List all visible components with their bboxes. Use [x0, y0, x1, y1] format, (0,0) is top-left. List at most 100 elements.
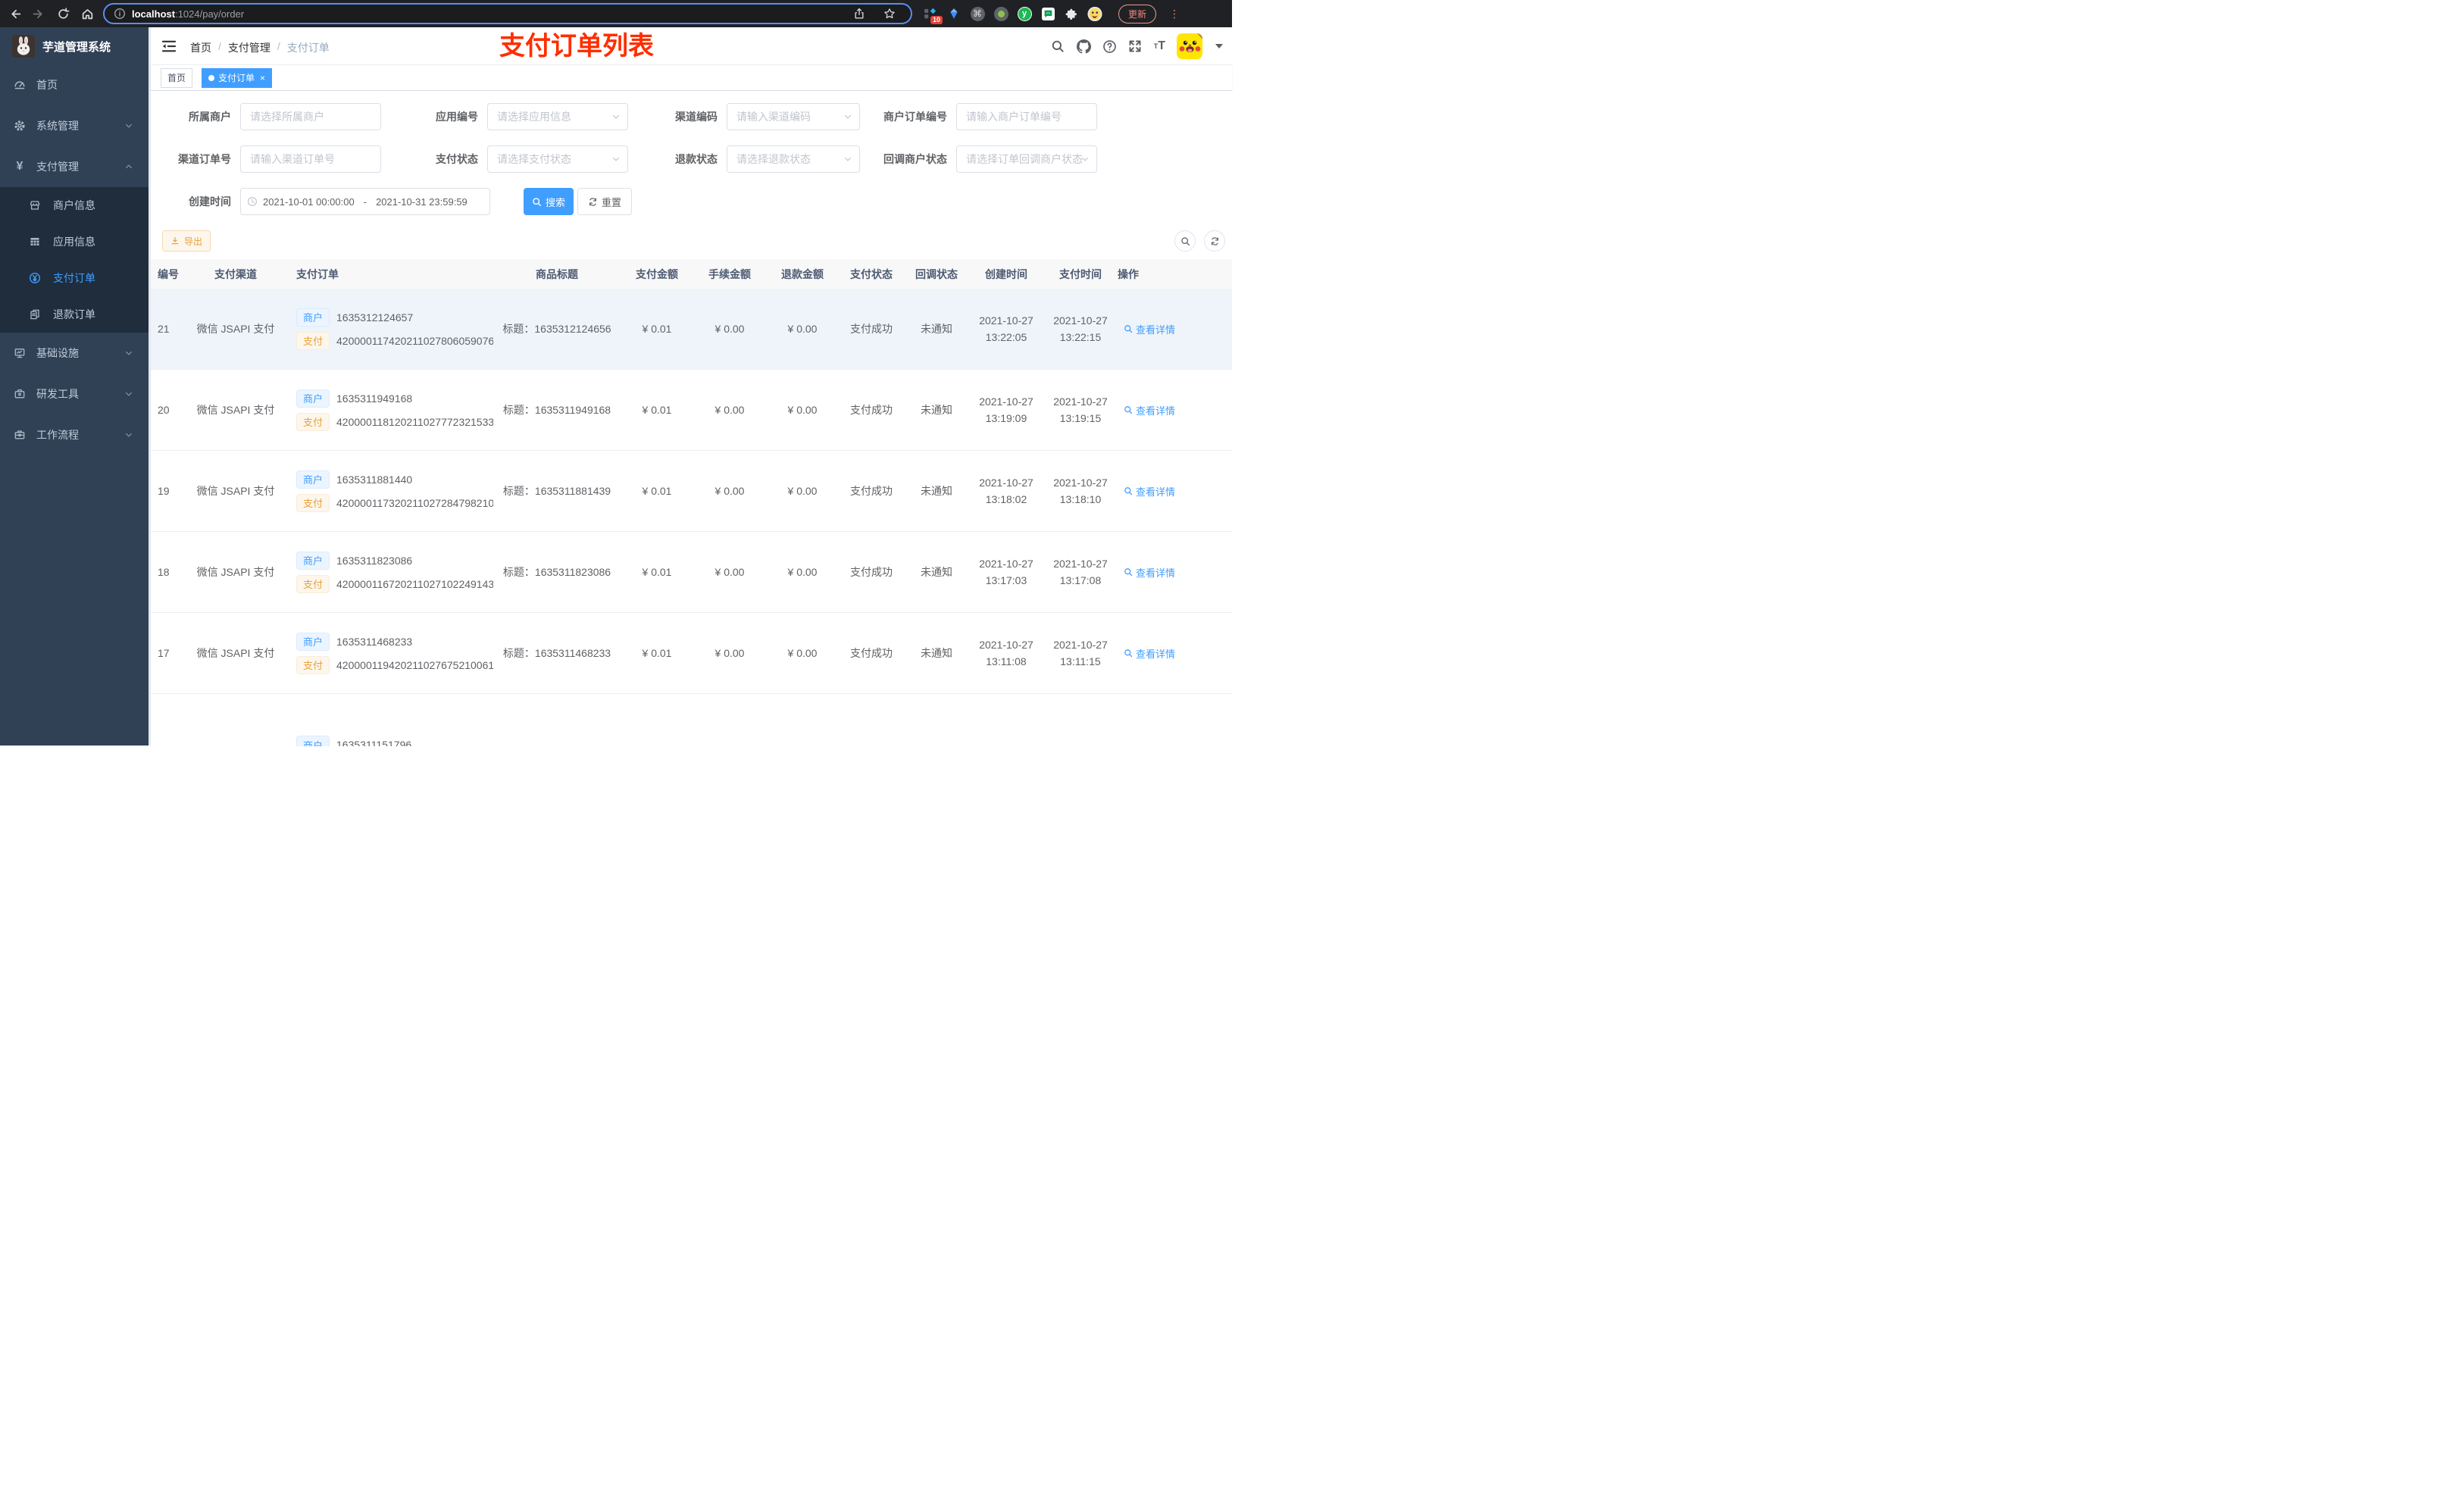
table-row: 20 微信 JSAPI 支付 商户 1635311949168 支付 4200001181… [151, 370, 1232, 451]
order-number: 1635311151796 [336, 739, 412, 746]
fee_amount-cell: ¥ 0.00 [714, 485, 745, 497]
sidebar-item-merchant-info[interactable]: 商户信息 [0, 187, 149, 223]
back-icon[interactable] [8, 7, 21, 20]
filter-select[interactable]: 请选择退款状态 [727, 145, 860, 173]
shop-icon [29, 199, 41, 211]
export-button[interactable]: 导出 [162, 230, 211, 252]
app-logo[interactable]: 芋道管理系统 [0, 27, 149, 65]
sidebar-item-label: 基础设施 [36, 347, 79, 359]
sidebar-item-infrastructure[interactable]: 基础设施 [0, 333, 149, 374]
forward-icon[interactable] [32, 7, 45, 20]
title-cell: 标题：1635311881439 [502, 485, 611, 497]
reset-button[interactable]: 重置 [577, 188, 633, 215]
filter-select[interactable]: 请输入渠道编码 [727, 103, 860, 130]
filter-input-field: 渠道订单号 请输入渠道订单号 [161, 145, 381, 173]
date-range-start: 2021-10-01 00:00:00 [263, 195, 355, 208]
refresh-table-button[interactable] [1204, 230, 1225, 252]
breadcrumb: 首页 / 支付管理 / 支付订单 [190, 40, 330, 55]
pinned-extension-icon[interactable]: 10 [923, 6, 943, 24]
site-info-icon[interactable] [114, 8, 126, 20]
sidebar-item-app-info[interactable]: 应用信息 [0, 223, 149, 260]
close-icon[interactable]: × [260, 73, 265, 83]
chat-extension-icon[interactable] [1040, 6, 1055, 21]
gem-extension-icon[interactable] [946, 6, 962, 21]
breadcrumb-item[interactable]: 支付管理 [228, 40, 270, 55]
y-extension-icon[interactable]: y [1017, 6, 1032, 21]
puzzle-extensions-icon[interactable] [1064, 6, 1079, 21]
page-title: 支付订单列表 [499, 32, 654, 61]
reload-icon[interactable] [56, 7, 70, 20]
title-cell: 标题：1635311468233 [502, 647, 611, 659]
column-header: 支付金额 [636, 267, 678, 280]
home-icon[interactable] [80, 7, 94, 20]
command-extension-icon[interactable]: ⌘ [970, 6, 985, 21]
column-header: 支付订单 [296, 267, 339, 280]
pay_amount-cell: ¥ 0.01 [642, 647, 672, 659]
notify_status-cell: 未通知 [921, 566, 952, 578]
chevron-down-icon [124, 349, 133, 358]
date-range-separator: - [363, 195, 367, 208]
sidebar-item-payment-mgmt[interactable]: ¥ 支付管理 [0, 146, 149, 187]
record-extension-icon[interactable] [993, 6, 1008, 21]
order-number: 1635311823086 [336, 554, 413, 567]
sidebar-item-system-mgmt[interactable]: 系统管理 [0, 105, 149, 146]
sidebar-item-pay-order[interactable]: 支付订单 [0, 260, 149, 296]
browser-menu-icon[interactable]: ⋮ [1169, 8, 1180, 20]
view-detail-icon [1124, 324, 1133, 333]
font-size-icon[interactable]: TT [1154, 39, 1165, 54]
created-time-cell: 2021-10-27 13:17:03 [979, 558, 1033, 586]
view-detail-link[interactable]: 查看详情 [1136, 646, 1175, 661]
hamburger-icon[interactable] [161, 39, 177, 54]
filter-select[interactable]: 请选择支付状态 [487, 145, 628, 173]
table-row: 19 微信 JSAPI 支付 商户 1635311881440 支付 4200001173… [151, 451, 1232, 532]
gear-icon [14, 120, 26, 132]
search-icon[interactable] [1051, 39, 1065, 54]
sidebar-item-refund-order[interactable]: 退款订单 [0, 296, 149, 333]
view-detail-link[interactable]: 查看详情 [1136, 565, 1175, 580]
view-detail-link[interactable]: 查看详情 [1136, 322, 1175, 336]
filter-input[interactable]: 请输入商户订单编号 [956, 103, 1097, 130]
help-icon[interactable] [1102, 39, 1117, 54]
breadcrumb-separator: / [218, 40, 221, 52]
tab-active[interactable]: 支付订单 × [202, 67, 273, 88]
user-avatar[interactable] [1177, 33, 1202, 59]
url-bar[interactable]: localhost:1024/pay/order [103, 3, 912, 24]
github-icon[interactable] [1076, 39, 1091, 54]
title-cell: 标题：1635312124656 [502, 323, 611, 335]
filter-select[interactable]: 请选择应用信息 [487, 103, 628, 130]
share-icon[interactable] [853, 8, 865, 20]
bookmark-star-icon[interactable] [883, 8, 896, 20]
channel-cell: 微信 JSAPI 支付 [196, 485, 275, 497]
id-cell: 18 [158, 566, 170, 578]
show-search-toggle-button[interactable] [1174, 230, 1196, 252]
pay_status-cell: 支付成功 [850, 485, 893, 497]
chevron-down-icon [124, 430, 133, 439]
browser-chrome: localhost:1024/pay/order 10 ⌘ y 更新 ⋮ [0, 0, 1232, 27]
fullscreen-icon[interactable] [1128, 39, 1143, 54]
sidebar-item-workflow[interactable]: 工作流程 [0, 414, 149, 455]
profile-avatar[interactable] [1087, 6, 1102, 21]
search-button[interactable]: 搜索 [524, 188, 574, 215]
app-title: 芋道管理系统 [42, 40, 111, 54]
sidebar-item-home[interactable]: 首页 [0, 64, 149, 105]
monitor-icon [14, 347, 26, 359]
pay-tag: 支付 [296, 493, 330, 512]
filter-label: 退款状态 [675, 153, 718, 165]
browser-update-button[interactable]: 更新 [1118, 4, 1157, 23]
filter-label: 商户订单编号 [883, 111, 947, 123]
filter-select[interactable]: 请选择订单回调商户状态 [956, 145, 1097, 173]
view-detail-link[interactable]: 查看详情 [1136, 403, 1175, 417]
notify_status-cell: 未通知 [921, 323, 952, 335]
placeholder-text: 请输入渠道编码 [736, 111, 811, 123]
placeholder-text: 请选择支付状态 [497, 153, 571, 165]
breadcrumb-item[interactable]: 首页 [190, 40, 211, 55]
avatar-caret-down-icon[interactable] [1215, 44, 1223, 48]
view-detail-link[interactable]: 查看详情 [1136, 484, 1175, 499]
create-time-range-input[interactable]: 2021-10-01 00:00:00 - 2021-10-31 23:59:5… [240, 188, 490, 215]
filter-select-field: 支付状态 请选择支付状态 [427, 145, 628, 173]
filter-input[interactable]: 请输入渠道订单号 [240, 145, 381, 173]
tab-item[interactable]: 首页 [161, 67, 193, 88]
filter-input[interactable]: 请选择所属商户 [240, 103, 381, 130]
pay-order-cell: 商户 1635311949168 支付 42000011812021102777232… [287, 384, 493, 436]
sidebar-item-dev-tools[interactable]: 研发工具 [0, 374, 149, 414]
